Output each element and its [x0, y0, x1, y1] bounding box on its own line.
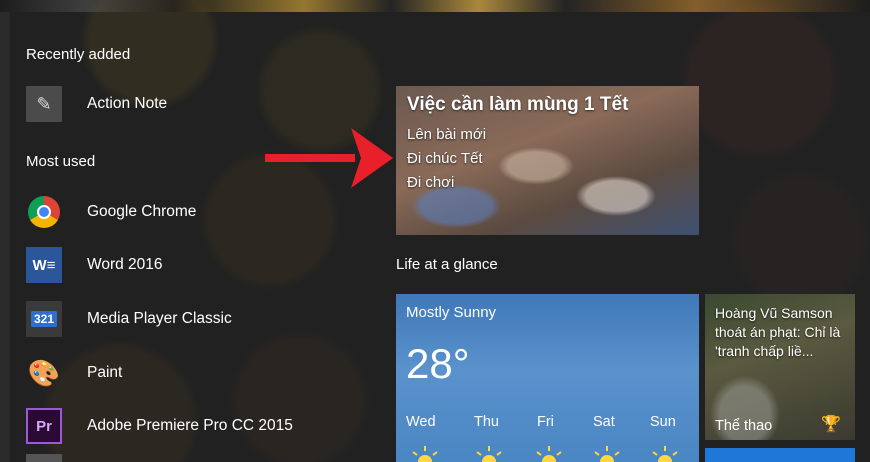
todo-item: Đi chúc Tết — [407, 150, 483, 167]
forecast-day: Sat — [593, 414, 615, 430]
app-name: Action Note — [87, 95, 168, 112]
partial-blue-tile[interactable] — [705, 448, 855, 462]
recently-added-header: Recently added — [26, 46, 131, 63]
app-name: Paint — [87, 364, 123, 381]
app-item-adobe-premiere[interactable]: Pr Adobe Premiere Pro CC 2015 — [26, 404, 366, 448]
sun-icon — [536, 446, 562, 462]
sun-icon — [594, 446, 620, 462]
weather-tile[interactable]: Mostly Sunny 28° Wed Thu Fri Sat Sun — [396, 294, 699, 462]
action-note-icon: ✎ — [26, 86, 62, 122]
app-name: Adobe Premiere Pro CC 2015 — [87, 417, 293, 434]
todo-note-tile[interactable]: Việc cần làm mùng 1 Tết Lên bài mới Đi c… — [396, 86, 699, 235]
app-item-media-player-classic[interactable]: 321 Media Player Classic — [26, 297, 366, 341]
todo-item: Lên bài mới — [407, 126, 487, 143]
app-item-word-2016[interactable]: W ≡ Word 2016 — [26, 243, 366, 287]
top-background-strip — [0, 0, 870, 12]
app-item-action-note[interactable]: ✎ Action Note — [26, 82, 366, 126]
sun-icon — [476, 446, 502, 462]
most-used-header: Most used — [26, 153, 96, 170]
trophy-icon: 🏆 — [821, 416, 841, 433]
sports-news-tile[interactable]: Hoàng Vũ Samson thoát án phạt: Chỉ là 't… — [705, 294, 855, 440]
paint-icon: 🎨 — [27, 357, 61, 388]
forecast-day: Wed — [406, 414, 436, 430]
weather-temperature: 28° — [406, 340, 470, 387]
app-name: Google Chrome — [87, 203, 197, 220]
chrome-icon — [26, 194, 62, 230]
sun-icon — [412, 446, 438, 462]
word-icon: W ≡ — [26, 247, 62, 283]
todo-title: Việc cần làm mùng 1 Tết — [407, 94, 629, 115]
partial-app-icon[interactable] — [26, 454, 62, 462]
news-category: Thể thao — [715, 418, 773, 434]
todo-item: Đi chơi — [407, 174, 455, 191]
forecast-day: Sun — [650, 414, 676, 430]
app-name: Word 2016 — [87, 256, 163, 273]
tile-group-label: Life at a glance — [396, 256, 498, 273]
news-headline: Hoàng Vũ Samson thoát án phạt: Chỉ là 't… — [715, 305, 841, 359]
app-name: Media Player Classic — [87, 310, 232, 327]
red-arrow-annotation — [265, 128, 393, 188]
premiere-pro-icon: Pr — [26, 408, 62, 444]
weather-condition: Mostly Sunny — [406, 304, 497, 321]
sun-icon — [652, 446, 678, 462]
app-item-google-chrome[interactable]: Google Chrome — [26, 190, 366, 234]
forecast-day: Thu — [474, 414, 499, 430]
media-player-classic-icon: 321 — [26, 301, 62, 337]
app-item-paint[interactable]: 🎨 Paint — [26, 351, 366, 395]
forecast-day: Fri — [537, 414, 554, 430]
